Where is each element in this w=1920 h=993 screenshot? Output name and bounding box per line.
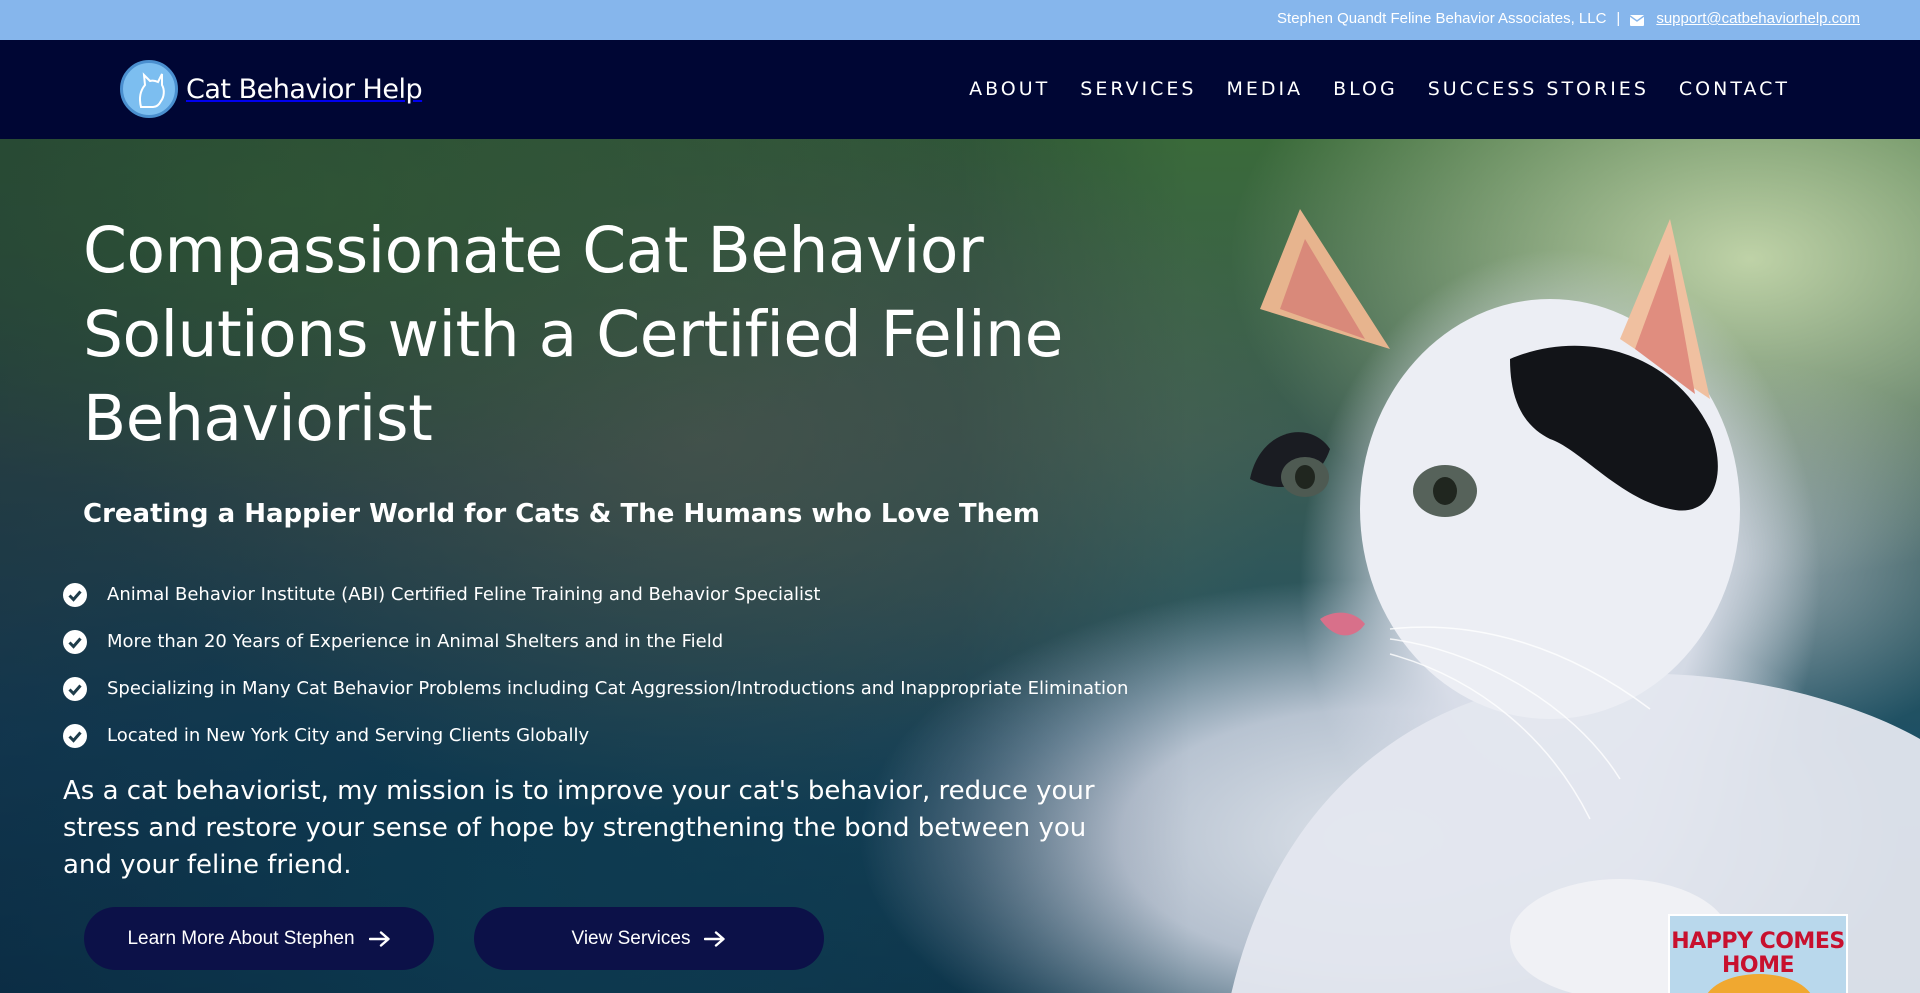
nav-success-stories[interactable]: SUCCESS STORIES <box>1428 78 1649 100</box>
nav-contact[interactable]: CONTACT <box>1679 78 1790 100</box>
topbar-separator: | <box>1616 10 1621 27</box>
list-item: Animal Behavior Institute (ABI) Certifie… <box>63 571 1128 618</box>
hero-title: Compassionate Cat Behavior Solutions wit… <box>83 214 1063 455</box>
nav-services[interactable]: SERVICES <box>1080 78 1196 100</box>
nav-about[interactable]: ABOUT <box>969 78 1050 100</box>
button-label: View Services <box>571 927 691 949</box>
book-promo-image[interactable]: HAPPY COMES HOME <box>1668 914 1848 993</box>
credential-text: Specializing in Many Cat Behavior Proble… <box>107 678 1129 699</box>
list-item: More than 20 Years of Experience in Anim… <box>63 618 1128 665</box>
top-info-bar: Stephen Quandt Feline Behavior Associate… <box>0 0 1920 40</box>
checkmark-circle-icon <box>63 676 87 701</box>
list-item: Specializing in Many Cat Behavior Proble… <box>63 665 1128 712</box>
credential-text: Animal Behavior Institute (ABI) Certifie… <box>107 584 821 605</box>
nav-media[interactable]: MEDIA <box>1226 78 1303 100</box>
credentials-list: Animal Behavior Institute (ABI) Certifie… <box>63 571 1128 759</box>
button-label: Learn More About Stephen <box>127 927 355 949</box>
cat-silhouette-logo-icon <box>120 60 178 118</box>
checkmark-circle-icon <box>63 723 87 748</box>
book-title: HAPPY COMES HOME <box>1671 929 1845 978</box>
arrow-right-icon <box>368 930 391 947</box>
credential-text: More than 20 Years of Experience in Anim… <box>107 631 724 652</box>
checkmark-circle-icon <box>63 582 87 607</box>
list-item: Located in New York City and Serving Cli… <box>63 712 1128 759</box>
learn-more-about-stephen-button[interactable]: Learn More About Stephen <box>84 907 434 970</box>
arrow-right-icon <box>704 930 726 947</box>
credential-text: Located in New York City and Serving Cli… <box>107 725 590 746</box>
checkmark-circle-icon <box>63 629 87 654</box>
mission-statement: As a cat behaviorist, my mission is to i… <box>63 776 1095 880</box>
top-info-content: Stephen Quandt Feline Behavior Associate… <box>1277 10 1860 27</box>
company-name: Stephen Quandt Feline Behavior Associate… <box>1277 10 1607 27</box>
nav-blog[interactable]: BLOG <box>1333 78 1398 100</box>
logo-text: Cat Behavior Help <box>186 73 423 105</box>
envelope-icon <box>1629 13 1645 26</box>
hero-section: Compassionate Cat Behavior Solutions wit… <box>0 139 1920 993</box>
main-nav: ABOUT SERVICES MEDIA BLOG SUCCESS STORIE… <box>969 78 1790 100</box>
site-header: Cat Behavior Help ABOUT SERVICES MEDIA B… <box>0 40 1920 139</box>
view-services-button[interactable]: View Services <box>474 907 824 970</box>
site-logo[interactable]: Cat Behavior Help <box>120 60 423 118</box>
hero-subtitle: Creating a Happier World for Cats & The … <box>83 499 1040 529</box>
support-email-link[interactable]: support@catbehaviorhelp.com <box>1656 10 1860 27</box>
